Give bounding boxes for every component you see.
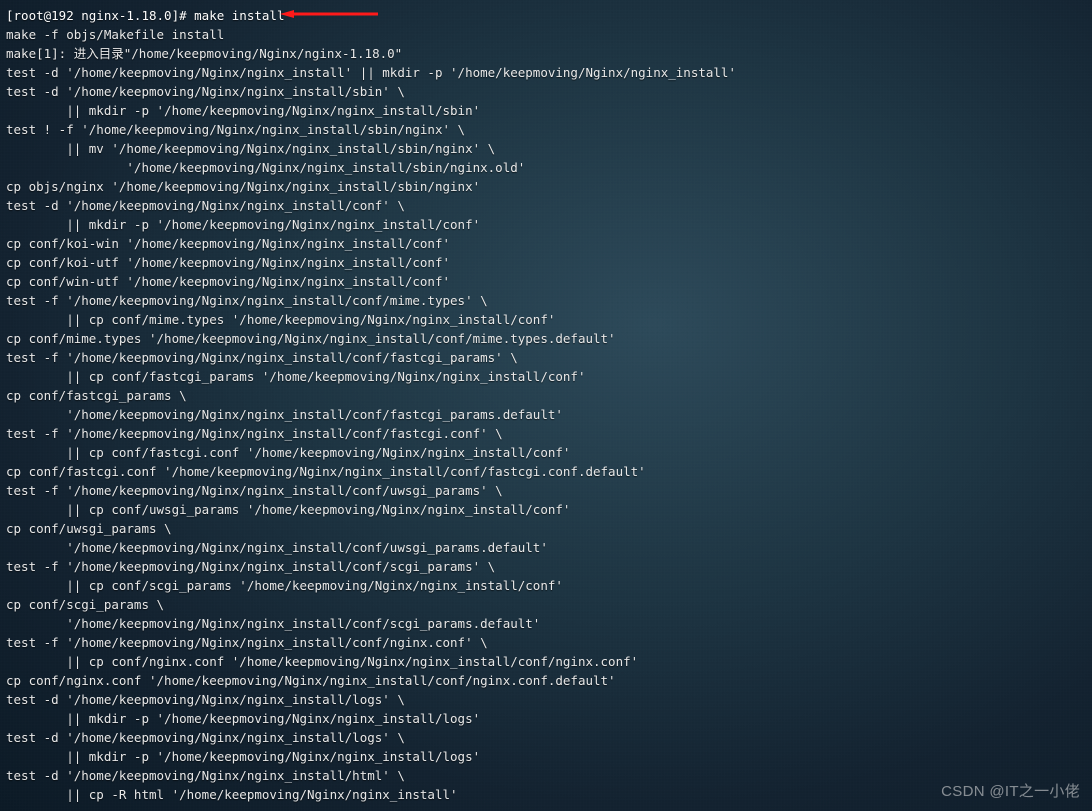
shell-prompt: [root@192 nginx-1.18.0]# bbox=[6, 8, 194, 23]
shell-command: make install bbox=[194, 8, 284, 23]
command-output-lines: make -f objs/Makefile install make[1]: 进… bbox=[6, 27, 736, 802]
watermark-text: CSDN @IT之一小佬 bbox=[941, 780, 1080, 801]
annotation-arrow-icon bbox=[280, 10, 380, 28]
terminal-output[interactable]: [root@192 nginx-1.18.0]# make install ma… bbox=[0, 0, 1092, 810]
